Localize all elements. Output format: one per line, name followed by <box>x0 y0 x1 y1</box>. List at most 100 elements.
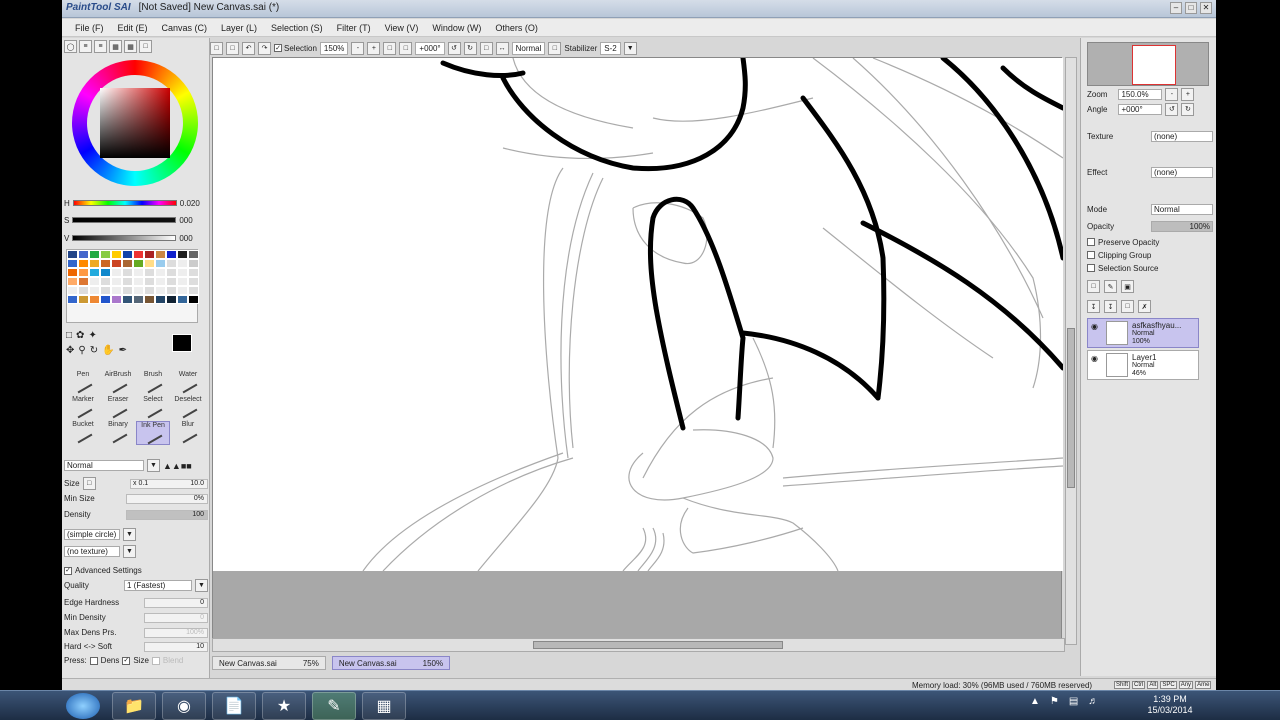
palette-swatch[interactable] <box>111 277 122 286</box>
quality-dropdown[interactable]: 1 (Fastest) <box>124 580 192 591</box>
palette-swatch[interactable] <box>100 286 111 295</box>
palette-swatch[interactable] <box>133 286 144 295</box>
palette-swatch[interactable] <box>188 277 199 286</box>
document-icon[interactable]: ▦ <box>362 692 406 720</box>
palette-swatch[interactable] <box>67 268 78 277</box>
foreground-color[interactable] <box>172 334 192 352</box>
palette-swatch[interactable] <box>133 277 144 286</box>
palette-swatch[interactable] <box>78 286 89 295</box>
zoom-field[interactable]: 150% <box>319 41 349 55</box>
min-density-value[interactable]: 0 <box>144 612 208 623</box>
swatch-icon[interactable]: ▦ <box>124 40 137 53</box>
minimize-button[interactable]: – <box>1170 2 1182 14</box>
network-icon[interactable]: ▤ <box>1069 696 1078 707</box>
palette-swatch[interactable] <box>166 259 177 268</box>
palette-swatch[interactable] <box>155 277 166 286</box>
zoom-reset-icon[interactable]: □ <box>383 41 397 55</box>
palette-swatch[interactable] <box>78 259 89 268</box>
menu-filter[interactable]: Filter (T) <box>332 23 376 33</box>
visibility-eye-icon[interactable]: ◉ <box>1091 354 1098 363</box>
nav-zoom-out-icon[interactable]: - <box>1165 87 1179 101</box>
menu-others[interactable]: Others (O) <box>490 23 543 33</box>
palette-swatch[interactable] <box>166 295 177 304</box>
palette-swatch[interactable] <box>67 295 78 304</box>
zoom-out-icon[interactable]: - <box>351 41 365 55</box>
zoom-in-icon[interactable]: + <box>367 41 381 55</box>
flip-icon[interactable]: ↔ <box>495 41 509 55</box>
undo-icon[interactable]: ↶ <box>242 41 255 55</box>
palette-swatch[interactable] <box>122 286 133 295</box>
size-multiplier-icon[interactable]: □ <box>82 477 96 490</box>
texture-dropdown-icon[interactable]: ▼ <box>123 545 136 558</box>
palette-swatch[interactable] <box>188 250 199 259</box>
nav-rotate-left-icon[interactable]: ↺ <box>1165 102 1179 116</box>
menu-canvas[interactable]: Canvas (C) <box>157 23 213 33</box>
layer-item[interactable]: ◉ Layer1 Normal 46% <box>1087 350 1199 380</box>
maximize-button[interactable]: □ <box>1185 2 1197 14</box>
palette-swatch[interactable] <box>111 250 122 259</box>
zoom-fit-icon[interactable]: □ <box>399 41 413 55</box>
palette-swatch[interactable] <box>111 259 122 268</box>
magic-wand-icon[interactable]: ✦ <box>88 330 96 341</box>
palette-swatch[interactable] <box>78 268 89 277</box>
palette-swatch[interactable] <box>144 277 155 286</box>
texture-dropdown[interactable]: (no texture) <box>64 546 120 557</box>
palette-swatch[interactable] <box>144 259 155 268</box>
scratchpad-icon[interactable]: □ <box>139 40 152 53</box>
selection-source-checkbox[interactable] <box>1087 264 1095 272</box>
brush-slot[interactable]: Water <box>171 371 205 395</box>
size-checkbox[interactable]: ✓ <box>122 656 131 665</box>
palette-swatch[interactable] <box>133 259 144 268</box>
palette-swatch[interactable] <box>166 286 177 295</box>
palette-swatch[interactable] <box>111 286 122 295</box>
rgb-slider-icon[interactable]: ≡ <box>79 40 92 53</box>
palette-swatch[interactable] <box>67 259 78 268</box>
shape-dropdown[interactable]: (simple circle) <box>64 529 120 540</box>
rotate-right-icon[interactable]: ↻ <box>463 41 477 55</box>
palette-swatch[interactable] <box>155 259 166 268</box>
nav-angle-value[interactable]: +000° <box>1118 103 1163 115</box>
drawing-canvas[interactable] <box>213 58 1063 571</box>
canvas-horizontal-scrollbar[interactable] <box>212 638 1065 652</box>
new-folder-icon[interactable]: ▣ <box>1121 280 1134 293</box>
clipping-group-checkbox[interactable] <box>1087 251 1095 259</box>
density-value[interactable]: 100 <box>126 509 208 520</box>
palette-swatch[interactable] <box>155 286 166 295</box>
palette-swatch[interactable] <box>166 250 177 259</box>
brush-slot[interactable]: Ink Pen <box>136 421 170 445</box>
delete-layer-icon[interactable]: ✗ <box>1138 300 1151 313</box>
palette-swatch[interactable] <box>133 268 144 277</box>
palette-swatch[interactable] <box>177 277 188 286</box>
palette-swatch[interactable] <box>122 268 133 277</box>
palette-swatch[interactable] <box>89 286 100 295</box>
layer-mode-dropdown[interactable]: Normal <box>1151 203 1213 215</box>
rotate-reset-icon[interactable]: □ <box>479 41 493 55</box>
rotate-tool-icon[interactable]: ↻ <box>90 345 98 356</box>
canvas-tab-1[interactable]: New Canvas.sai 75% <box>212 656 326 670</box>
transfer-down-icon[interactable]: ↧ <box>1087 300 1100 313</box>
palette-swatch[interactable] <box>100 277 111 286</box>
canvas-viewport[interactable] <box>212 57 1063 645</box>
saturation-value-square[interactable] <box>100 88 170 158</box>
brush-slot[interactable]: Blur <box>171 421 205 445</box>
clear-layer-icon[interactable]: □ <box>1121 300 1134 313</box>
rotation-field[interactable]: +000° <box>415 41 445 55</box>
layer-effect-dropdown[interactable]: (none) <box>1151 166 1213 178</box>
palette-swatch[interactable] <box>188 286 199 295</box>
app-icon[interactable]: ★ <box>262 692 306 720</box>
palette-swatch[interactable] <box>122 259 133 268</box>
flag-icon[interactable]: ⚑ <box>1050 696 1059 707</box>
palette-swatch[interactable] <box>122 277 133 286</box>
brush-slot[interactable]: Pen <box>66 371 100 395</box>
layer-texture-dropdown[interactable]: (none) <box>1151 130 1213 142</box>
palette-swatch[interactable] <box>89 277 100 286</box>
chrome-icon[interactable]: ◉ <box>162 692 206 720</box>
palette-swatch[interactable] <box>144 286 155 295</box>
lasso-icon[interactable]: ✿ <box>76 330 84 341</box>
dens-checkbox[interactable] <box>89 656 98 665</box>
advanced-check-icon[interactable]: ✓ <box>64 566 72 575</box>
brush-slot[interactable]: AirBrush <box>101 371 135 395</box>
volume-icon[interactable]: ♬ <box>1088 696 1098 707</box>
palette-swatch[interactable] <box>177 259 188 268</box>
stabilizer-field[interactable]: S-2 <box>600 41 621 55</box>
